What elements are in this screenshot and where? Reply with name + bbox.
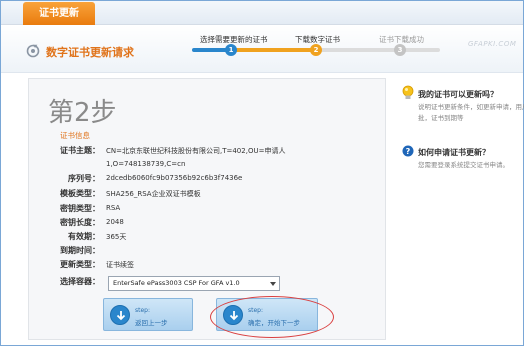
- step-2-indicator: 2: [310, 44, 322, 56]
- container-select[interactable]: EnterSafe ePass3003 CSP For GFA v1.0: [108, 276, 280, 291]
- container-select-value: EnterSafe ePass3003 CSP For GFA v1.0: [113, 279, 240, 287]
- prev-step-button[interactable]: step: 返回上一步: [103, 298, 193, 331]
- help-answer-2-line-1: 您需要登录系统提交证书申请。: [418, 161, 509, 169]
- annotation-ellipse: [210, 296, 334, 338]
- help-question-2[interactable]: 如何申请证书更新？: [418, 147, 490, 158]
- tab-cert-update[interactable]: 证书更新: [23, 2, 95, 25]
- help-answer-1-line-2: 批，证书到期等: [418, 114, 464, 122]
- subject-label: 证书主题：: [60, 146, 100, 155]
- expiry-label: 到期时间：: [60, 246, 100, 255]
- container-label: 选择容器：: [60, 277, 100, 286]
- help-question-1[interactable]: 我的证书可以更新吗？: [418, 89, 498, 100]
- arrow-down-icon: [110, 305, 130, 325]
- serial-value: 2dcedb6060fc9b07356b92c6b3f7436e: [106, 174, 243, 182]
- section-title: 证书信息: [60, 131, 90, 140]
- svg-text:?: ?: [406, 147, 411, 156]
- key-length-label: 密钥长度：: [60, 218, 100, 227]
- lightbulb-icon: [402, 85, 414, 99]
- template-label: 模板类型：: [60, 189, 100, 198]
- update-type-label: 更新类型：: [60, 260, 100, 269]
- validity-value: 365天: [106, 233, 127, 241]
- subject-value: CN=北京东联世纪科技股份有限公司,T=402,OU=申请人: [106, 147, 286, 155]
- template-value: SHA256_RSA企业双证书模板: [106, 190, 201, 198]
- validity-label: 有效期：: [68, 232, 100, 241]
- step-heading: 第2步: [48, 98, 117, 128]
- tab-bar: 证书更新: [1, 1, 523, 25]
- prev-step-tag: step:: [135, 307, 150, 314]
- serial-label: 序列号：: [68, 174, 100, 183]
- key-length-value: 2048: [106, 218, 124, 226]
- help-icon: ?: [402, 145, 414, 157]
- update-type-value: 证书续签: [106, 261, 134, 269]
- chevron-down-icon[interactable]: [270, 282, 276, 286]
- key-type-label: 密钥类型：: [60, 204, 100, 213]
- step-1-label: 选择需要更新的证书: [200, 35, 268, 44]
- prev-step-label: 返回上一步: [135, 319, 168, 327]
- refresh-icon: [26, 44, 40, 58]
- step-3-indicator: 3: [394, 44, 406, 56]
- watermark: GFAPKI.COM: [468, 40, 517, 48]
- key-type-value: RSA: [106, 204, 121, 212]
- page-title: 数字证书更新请求: [46, 46, 134, 59]
- step-1-indicator: 1: [225, 44, 237, 56]
- subject-value-cont: 1,O=748138739,C=cn: [106, 160, 186, 168]
- progress-track-current: [232, 48, 314, 52]
- progress-track-pending: [314, 48, 440, 52]
